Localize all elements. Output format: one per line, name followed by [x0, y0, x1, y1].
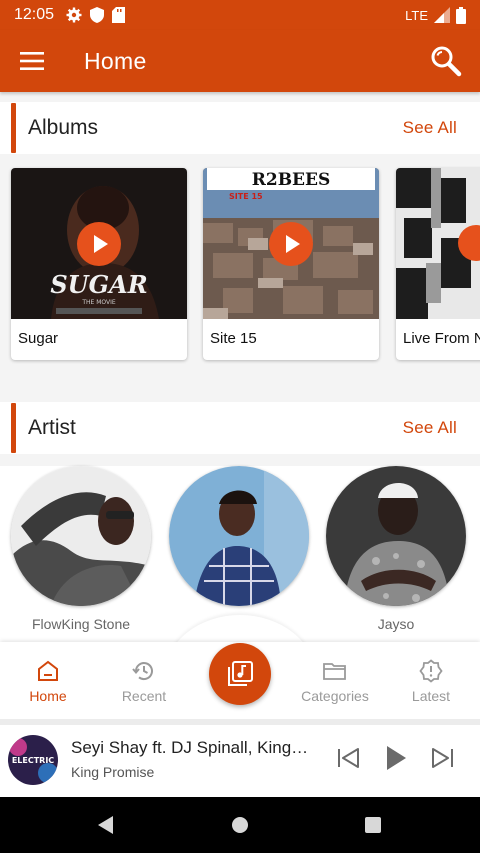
- albums-carousel[interactable]: SUGAR THE MOVIE Sugar R2BEES SITE 15 Sit…: [0, 168, 480, 360]
- album-art-live-from: [396, 168, 480, 319]
- nav-item-categories[interactable]: Categories: [287, 658, 383, 704]
- app-screen: 12:05 LTE Home Albums See All SUGAR THE …: [0, 0, 480, 853]
- skip-previous-icon: [338, 748, 359, 768]
- nav-label: Latest: [411, 688, 451, 704]
- artist-section-header: Artist See All: [0, 402, 480, 454]
- home-icon: [38, 660, 58, 681]
- play-icon: [387, 746, 406, 770]
- sugar-art-subtitle: THE MOVIE: [81, 299, 116, 306]
- system-home-button[interactable]: [231, 816, 249, 839]
- gear-icon: [66, 7, 82, 23]
- history-icon: [132, 662, 153, 681]
- shield-icon: [90, 7, 105, 23]
- player-track-artist: King Promise: [71, 764, 155, 780]
- albums-title: Albums: [28, 116, 99, 139]
- artist-name: FlowKing Stone: [31, 616, 131, 632]
- artist-avatar: [326, 466, 466, 606]
- artist-item-jayso[interactable]: Jayso: [325, 466, 467, 632]
- artist-avatar: [169, 466, 309, 606]
- back-triangle-icon: [98, 816, 113, 834]
- artist-title: Artist: [28, 416, 76, 439]
- album-card-site15[interactable]: R2BEES SITE 15 Site 15: [203, 168, 379, 360]
- battery-icon: [456, 6, 466, 24]
- status-bar: 12:05 LTE: [0, 0, 480, 30]
- player-thumbnail: ELECTRIC: [8, 735, 58, 785]
- r2bees-art-title: R2BEES: [252, 170, 331, 190]
- folder-icon: [323, 663, 346, 680]
- section-accent-bar: [11, 403, 16, 453]
- badge-icon: [419, 659, 443, 683]
- nav-item-recent[interactable]: Recent: [96, 658, 192, 704]
- music-library-icon: [228, 661, 253, 686]
- album-card-sugar[interactable]: SUGAR THE MOVIE Sugar: [11, 168, 187, 360]
- album-play-button[interactable]: [77, 222, 121, 266]
- albums-see-all-link[interactable]: See All: [403, 118, 457, 138]
- next-track-button[interactable]: [428, 743, 456, 773]
- search-icon[interactable]: [416, 30, 476, 92]
- play-button[interactable]: [382, 743, 410, 773]
- page-title: Home: [84, 47, 147, 74]
- home-circle-icon: [232, 817, 248, 833]
- mini-player[interactable]: ELECTRIC Seyi Shay ft. DJ Spinall, King …: [0, 725, 480, 797]
- artist-item-nasty-c[interactable]: Nasty C: [168, 466, 310, 632]
- album-name: Live From N: [403, 330, 480, 347]
- nav-label: Categories: [301, 688, 369, 704]
- system-navigation-bar: [0, 797, 480, 853]
- sd-card-icon: [112, 7, 126, 23]
- skip-next-icon: [432, 748, 453, 768]
- system-back-button[interactable]: [97, 815, 115, 840]
- sugar-art-title: SUGAR: [50, 270, 147, 299]
- library-fab-button[interactable]: [209, 643, 271, 705]
- hamburger-menu-icon[interactable]: [3, 30, 63, 92]
- album-play-button[interactable]: [269, 222, 313, 266]
- nav-item-home[interactable]: Home: [0, 658, 96, 704]
- artist-item-flowking-stone[interactable]: FlowKing Stone: [10, 466, 152, 632]
- app-bar: Home: [0, 30, 480, 92]
- system-recents-button[interactable]: [364, 816, 382, 839]
- artist-name: Jayso: [377, 616, 415, 632]
- site15-art-subtitle: SITE 15: [229, 192, 263, 201]
- player-track-title: Seyi Shay ft. DJ Spinall, King Promise: [71, 738, 311, 757]
- album-name: Sugar: [18, 330, 59, 347]
- artist-see-all-link[interactable]: See All: [403, 418, 457, 438]
- albums-section-header: Albums See All: [0, 102, 480, 154]
- section-accent-bar: [11, 103, 16, 153]
- artist-avatar: [11, 466, 151, 606]
- nav-item-latest[interactable]: Latest: [383, 658, 479, 704]
- recents-square-icon: [365, 817, 381, 833]
- network-type: LTE: [405, 7, 428, 23]
- album-card-live-from[interactable]: Live From N: [396, 168, 480, 360]
- nav-label: Recent: [121, 688, 167, 704]
- status-time: 12:05: [14, 6, 55, 23]
- nav-label: Home: [29, 688, 67, 704]
- player-thumb-text: ELECTRIC: [12, 756, 54, 765]
- previous-track-button[interactable]: [335, 743, 363, 773]
- signal-icon: [434, 7, 450, 23]
- album-name: Site 15: [210, 330, 257, 347]
